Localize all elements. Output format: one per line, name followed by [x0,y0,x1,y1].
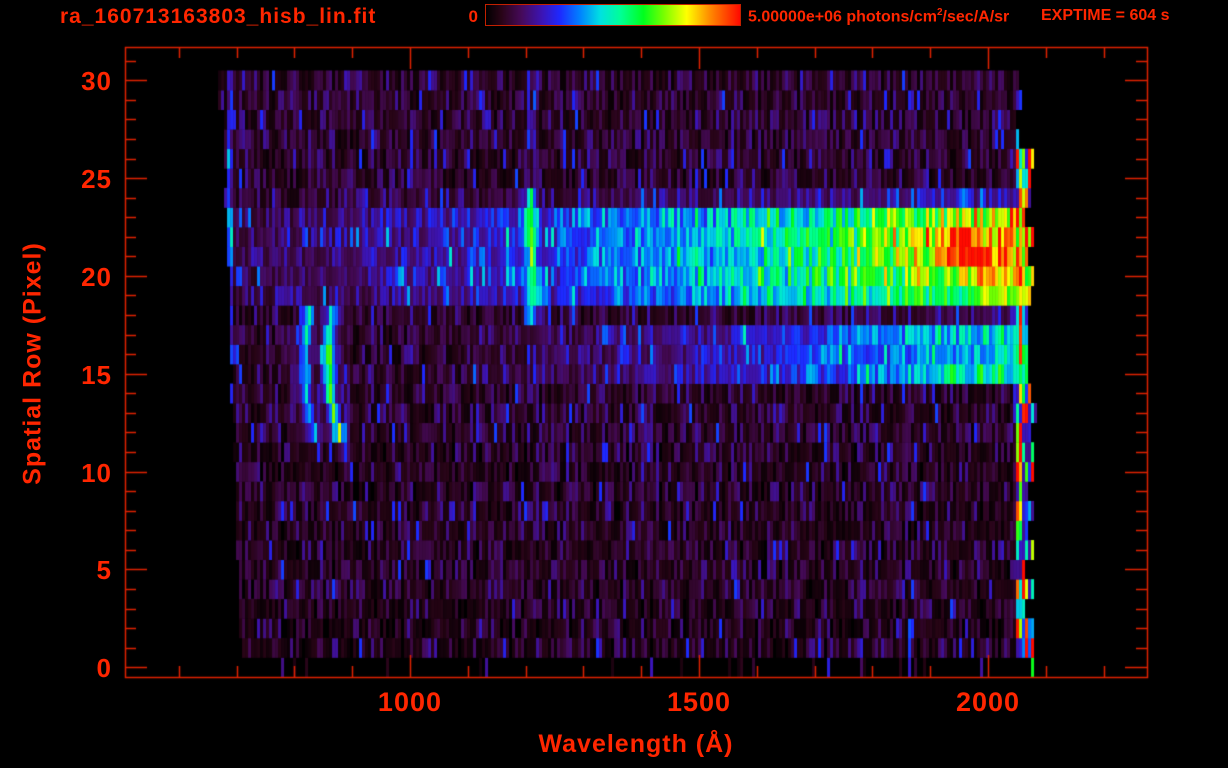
exptime-label: EXPTIME = 604 s [1041,7,1170,24]
y-tick-label: 5 [96,555,112,586]
colorbar-max-label-main: 5.00000e+06 photons/cm [748,8,937,26]
y-tick-label: 10 [81,457,112,488]
spectral-heatmap-canvas [0,0,1228,768]
colorbar-min-label: 0 [468,7,478,26]
window-title: ra_160713163803_hisb_lin.fit [60,5,377,28]
x-tick-label: 2000 [955,687,1021,717]
y-tick-label: 15 [81,359,112,390]
y-tick-label: 25 [81,164,112,195]
x-tick-label: 1500 [666,687,732,717]
spectral-image-window: ra_160713163803_hisb_lin.fit 0 5.00000e+… [0,0,1228,768]
x-tick-label: 1000 [377,687,442,717]
y-tick-label: 20 [81,261,112,292]
colorbar-max-label-rest: /sec/A/sr [942,8,1010,26]
x-axis-label: Wavelength (Å) [538,730,734,758]
y-tick-label: 30 [81,66,112,97]
colorbar-max-label: 5.00000e+06 photons/cm2/sec/A/sr [748,7,1009,26]
y-tick-label: 0 [96,653,112,684]
colorbar [485,4,741,26]
